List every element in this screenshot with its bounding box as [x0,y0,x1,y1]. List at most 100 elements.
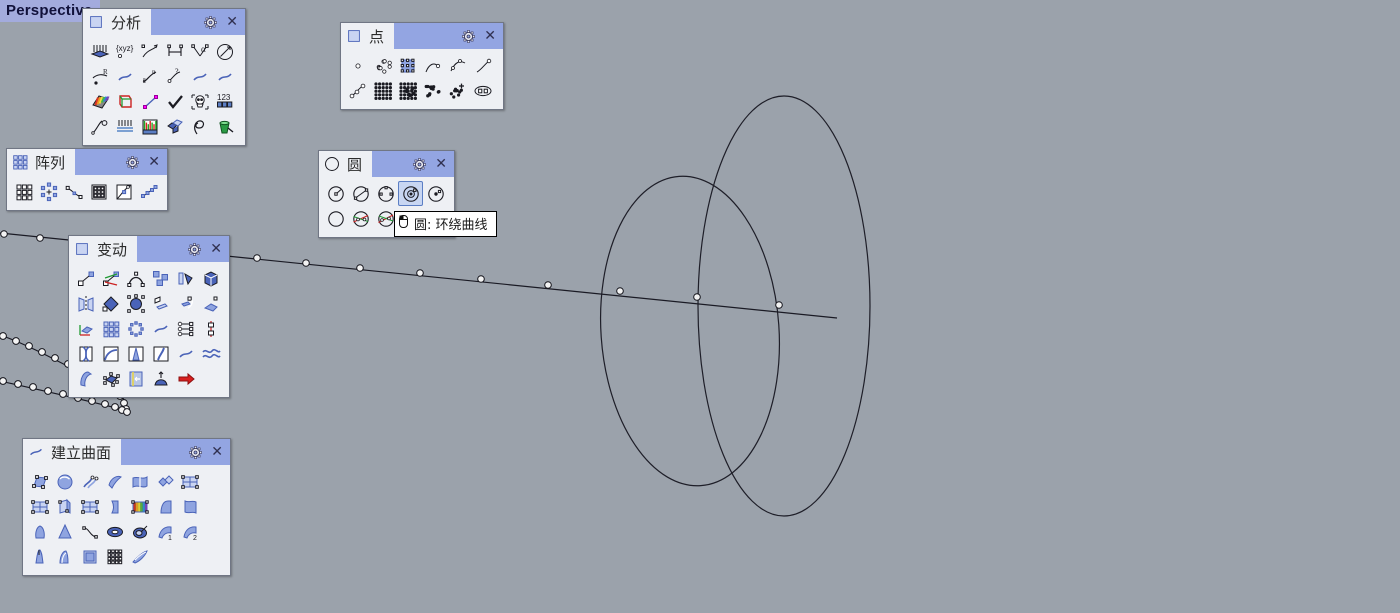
curvature-graph-icon[interactable] [87,39,112,64]
surface-point-icon[interactable] [212,64,237,89]
palette-titlebar-actions-array[interactable]: ✕ [75,149,167,175]
surface-plane-3pt-icon[interactable] [177,469,202,494]
surface-extrude-icon[interactable] [102,494,127,519]
surface-blend-icon[interactable] [27,544,52,569]
cage-release-icon[interactable] [123,366,148,391]
gear-icon[interactable] [462,29,476,43]
circle-3-point-icon[interactable] [373,181,398,206]
multiple-points-icon[interactable] [370,53,395,78]
radius-measure-icon[interactable]: R [87,64,112,89]
surface-ribbon-icon[interactable] [177,494,202,519]
polar-array-icon[interactable] [36,179,61,204]
orient-on-surface-icon[interactable] [148,316,173,341]
surface-from-curve-network-icon[interactable] [77,469,102,494]
palette-title-bar-create-surface[interactable]: 建立曲面 ✕ [23,439,230,465]
close-icon[interactable]: ✕ [435,156,447,172]
palette-title-bar-transform[interactable]: 变动 ✕ [69,236,229,262]
move-uvn-icon[interactable] [98,266,123,291]
copy-icon[interactable] [148,266,173,291]
flow-along-curve-icon[interactable] [173,316,198,341]
palette-titlebar-actions-circle[interactable]: ✕ [372,151,454,177]
palette-point[interactable]: 点 ✕ [340,22,504,110]
point-on-curve-icon[interactable] [420,53,445,78]
array-along-curve-icon[interactable] [61,179,86,204]
smooth-icon[interactable] [198,341,223,366]
close-icon[interactable]: ✕ [148,154,160,170]
orient-array-icon[interactable] [98,316,123,341]
scatter-points-icon[interactable] [420,78,445,103]
palette-titlebar-actions-create-surface[interactable]: ✕ [121,439,230,465]
front-circle[interactable] [590,170,789,492]
surface-from-planar-curves-icon[interactable] [52,469,77,494]
surface-patch-icon[interactable] [127,469,152,494]
extract-points-icon[interactable] [87,114,112,139]
divide-curve-icon[interactable] [445,53,470,78]
orient-icon[interactable] [73,316,98,341]
surface-from-2-curves-icon[interactable] [102,469,127,494]
palette-titlebar-actions-analysis[interactable]: ✕ [151,9,245,35]
surface-rail-revolve-icon[interactable] [77,519,102,544]
close-icon[interactable]: ✕ [210,241,222,257]
palette-array[interactable]: 阵列 ✕ [6,148,168,211]
bad-objects-icon[interactable] [187,89,212,114]
angle-measure-icon[interactable]: α [187,39,212,64]
orient-perpendicular-icon[interactable] [123,316,148,341]
points-along-curve-icon[interactable] [345,78,370,103]
point-grid-icon[interactable] [395,53,420,78]
taper-icon[interactable] [198,291,223,316]
gear-icon[interactable] [413,157,427,171]
surface-sweep-icon[interactable] [127,519,152,544]
palette-titlebar-actions-point[interactable]: ✕ [394,23,503,49]
draft-angle-icon[interactable] [112,89,137,114]
count-objects-icon[interactable]: 123 [212,89,237,114]
curve-deviation-icon[interactable]: ? [162,64,187,89]
splop-icon[interactable] [73,366,98,391]
scale-1d-icon[interactable] [148,291,173,316]
array-on-surface-icon[interactable] [86,179,111,204]
palette-transform[interactable]: 变动 ✕ [68,235,230,398]
gear-icon[interactable] [189,445,203,459]
loop-curve-icon[interactable] [187,114,212,139]
rotate-icon[interactable] [173,266,198,291]
circle-center-radius-icon[interactable] [323,181,348,206]
mirror-icon[interactable] [73,291,98,316]
rotate-3d-icon[interactable] [198,266,223,291]
surface-revolve-icon[interactable] [52,519,77,544]
length-measure-icon[interactable] [212,39,237,64]
circle-diameter-icon[interactable] [348,181,373,206]
select-duplicate-icon[interactable] [162,114,187,139]
surface-heightfield-icon[interactable] [127,494,152,519]
surface-sweep-2-rail-icon[interactable]: 2 [177,519,202,544]
gear-icon[interactable] [204,15,218,29]
palette-title-bar-point[interactable]: 点 ✕ [341,23,503,49]
mark-points-icon[interactable] [445,78,470,103]
surface-plane-icon[interactable] [27,494,52,519]
single-point-icon[interactable] [345,53,370,78]
taper-solid-icon[interactable] [123,341,148,366]
surface-fin-icon[interactable] [52,544,77,569]
surface-analysis-icon[interactable] [187,64,212,89]
circle-tangent-2-icon[interactable] [348,206,373,231]
set-points-icon[interactable] [198,316,223,341]
cage-edit-icon[interactable] [98,366,123,391]
surface-grid-icon[interactable] [102,544,127,569]
surface-corner-points-icon[interactable] [27,469,52,494]
histogram-icon[interactable] [137,114,162,139]
check-objects-icon[interactable] [162,89,187,114]
close-icon[interactable]: ✕ [484,28,496,44]
surface-plane-through-points-icon[interactable] [77,494,102,519]
soft-edit-icon[interactable] [148,366,173,391]
flow-icon[interactable] [148,341,173,366]
curve-direction-icon[interactable] [137,39,162,64]
twist-icon[interactable] [73,341,98,366]
close-icon[interactable]: ✕ [211,444,223,460]
curvature-point-icon[interactable] [137,89,162,114]
palette-analysis[interactable]: 分析 ✕ {xyz} α Rn? 123 [82,8,246,146]
array-along-curve-on-surface-icon[interactable] [111,179,136,204]
palette-title-bar-circle[interactable]: 圆 ✕ [319,151,454,177]
surface-sweep-1-rail-icon[interactable]: 1 [152,519,177,544]
surface-extrude-curve-icon[interactable] [152,494,177,519]
move-icon[interactable] [73,266,98,291]
palette-title-bar-analysis[interactable]: 分析 ✕ [83,9,245,35]
shear-icon[interactable] [173,291,198,316]
